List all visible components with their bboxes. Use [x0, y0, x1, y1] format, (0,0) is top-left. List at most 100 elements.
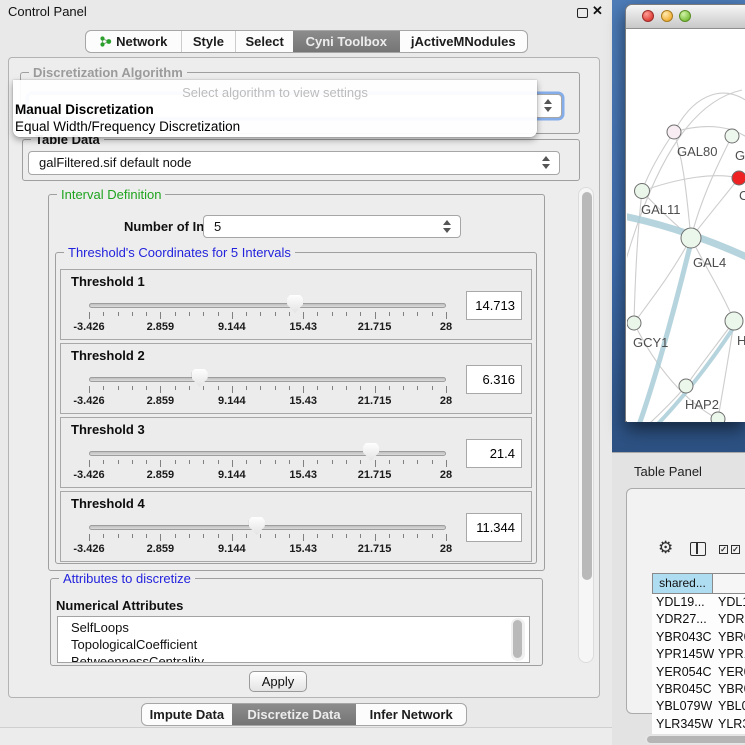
slider-tick-label: 2.859	[130, 321, 190, 333]
attribute-list-item[interactable]: BetweennessCentrality	[71, 654, 204, 663]
network-node[interactable]	[667, 125, 681, 139]
tab-style[interactable]: Style	[181, 31, 236, 52]
popup-option-equal-width-frequency[interactable]: Equal Width/Frequency Discretization	[15, 119, 240, 134]
discretization-algorithm-group-title: Discretization Algorithm	[29, 65, 187, 80]
table-row[interactable]: YER054CYER0	[652, 664, 745, 681]
table-data-combobox[interactable]: galFiltered.sif default node	[28, 151, 560, 175]
attribute-list-item[interactable]: SelfLoops	[71, 620, 129, 635]
close-traffic-light-icon[interactable]	[642, 10, 654, 22]
table-row[interactable]: YPR145W YPR1	[652, 646, 745, 663]
close-icon[interactable]: ✕	[592, 3, 603, 19]
slider-tick	[360, 460, 361, 464]
network-node[interactable]	[681, 228, 701, 248]
slider-track[interactable]	[89, 525, 446, 530]
scrollbar-thumb[interactable]	[647, 736, 745, 743]
network-view-window[interactable]: GAL80GCGAL11GAL4GCY1HHAP2	[625, 4, 745, 422]
table-row[interactable]: YDR27...YDR2	[652, 611, 745, 628]
slider-tick	[175, 534, 176, 538]
tab-select[interactable]: Select	[235, 31, 293, 52]
network-edge[interactable]	[691, 178, 739, 238]
network-node-label: HAP2	[685, 397, 719, 412]
table-row[interactable]: YIL052CYIL0	[652, 733, 745, 734]
checkbox-icon[interactable]: ✓	[719, 545, 728, 554]
slider-thumb[interactable]	[249, 517, 265, 535]
control-panel-scrollbar[interactable]	[578, 187, 594, 663]
attribute-list-item[interactable]: TopologicalCoefficient	[71, 637, 197, 652]
slider-tick	[275, 312, 276, 316]
tab-infer-network[interactable]: Infer Network	[356, 704, 466, 725]
network-icon	[99, 35, 112, 48]
slider-tick	[175, 460, 176, 464]
checkbox-icon[interactable]: ✓	[731, 545, 740, 554]
network-node[interactable]	[725, 312, 743, 330]
network-canvas[interactable]: GAL80GCGAL11GAL4GCY1HHAP2	[627, 30, 745, 422]
table-cell-name: YBR0	[718, 630, 745, 644]
slider-tick	[118, 460, 119, 464]
slider-tick	[218, 312, 219, 316]
table-horizontal-scrollbar[interactable]	[645, 735, 745, 744]
table-row[interactable]: YBL079WYBL0	[652, 698, 745, 715]
threshold-value-field[interactable]: 21.4	[466, 439, 522, 468]
slider-tick	[218, 386, 219, 390]
popup-option-manual-discretization[interactable]: Manual Discretization	[15, 102, 154, 117]
threshold-label: Threshold 2	[71, 348, 145, 363]
column-header-shared-name[interactable]: shared...	[652, 573, 713, 594]
network-node[interactable]	[679, 379, 693, 393]
slider-track[interactable]	[89, 377, 446, 382]
slider-tick	[146, 386, 147, 390]
tab-cyni-toolbox[interactable]: Cyni Toolbox	[293, 31, 400, 52]
slider-tick	[403, 312, 404, 316]
slider-tick	[332, 312, 333, 316]
slider-tick	[203, 460, 204, 464]
table-row[interactable]: YLR345WYLR3	[652, 716, 745, 733]
network-window-titlebar[interactable]	[626, 5, 745, 29]
table-cell-shared-name: YBR045C	[656, 682, 714, 696]
tab-network[interactable]: Network	[86, 31, 181, 52]
tab-jactivemnodules[interactable]: jActiveMNodules	[400, 31, 527, 52]
table-cell-name: YPR1	[718, 647, 745, 661]
slider-track[interactable]	[89, 451, 446, 456]
number-of-intervals-combobox[interactable]: 5	[203, 215, 461, 238]
slider-track[interactable]	[89, 303, 446, 308]
tab-discretize-data[interactable]: Discretize Data	[232, 704, 357, 725]
minimize-traffic-light-icon[interactable]	[661, 10, 673, 22]
threshold-label: Threshold 4	[71, 496, 145, 511]
network-node[interactable]	[627, 316, 641, 330]
slider-thumb[interactable]	[287, 295, 303, 313]
attributes-list-scrollbar[interactable]	[511, 618, 525, 661]
table-row[interactable]: YBR045CYBR0	[652, 681, 745, 698]
slider-tick-label: -3.426	[59, 469, 119, 481]
apply-button[interactable]: Apply	[249, 671, 307, 692]
threshold-value-field[interactable]: 14.713	[466, 291, 522, 320]
scrollbar-thumb[interactable]	[513, 620, 522, 658]
attributes-group-title: Attributes to discretize	[59, 571, 195, 586]
float-window-icon[interactable]	[577, 8, 588, 18]
table-row[interactable]: YDL19...YDL1	[652, 594, 745, 611]
threshold-value-field[interactable]: 11.344	[466, 513, 522, 542]
slider-tick	[375, 534, 376, 541]
slider-tick	[446, 386, 447, 393]
tab-impute-data[interactable]: Impute Data	[142, 704, 232, 725]
slider-tick	[332, 534, 333, 538]
network-graph: GAL80GCGAL11GAL4GCY1HHAP2	[627, 30, 745, 422]
split-columns-icon[interactable]	[690, 542, 706, 556]
network-node[interactable]	[732, 171, 745, 185]
network-node[interactable]	[635, 184, 650, 199]
network-node[interactable]	[711, 412, 725, 422]
slider-tick	[317, 312, 318, 316]
slider-tick	[232, 534, 233, 541]
slider-tick	[189, 534, 190, 538]
slider-tick	[375, 460, 376, 467]
column-header-name[interactable]: n	[713, 573, 745, 594]
slider-thumb[interactable]	[192, 369, 208, 387]
network-edge[interactable]	[686, 321, 734, 386]
threshold-value-field[interactable]: 6.316	[466, 365, 522, 394]
slider-thumb[interactable]	[363, 443, 379, 461]
scrollbar-thumb[interactable]	[582, 192, 592, 580]
network-node[interactable]	[725, 129, 739, 143]
table-cell-shared-name: YPR145W	[656, 647, 714, 661]
gear-icon[interactable]: ⚙	[658, 539, 673, 556]
zoom-traffic-light-icon[interactable]	[679, 10, 691, 22]
table-row[interactable]: YBR043CYBR0	[652, 629, 745, 646]
slider-tick	[275, 386, 276, 390]
